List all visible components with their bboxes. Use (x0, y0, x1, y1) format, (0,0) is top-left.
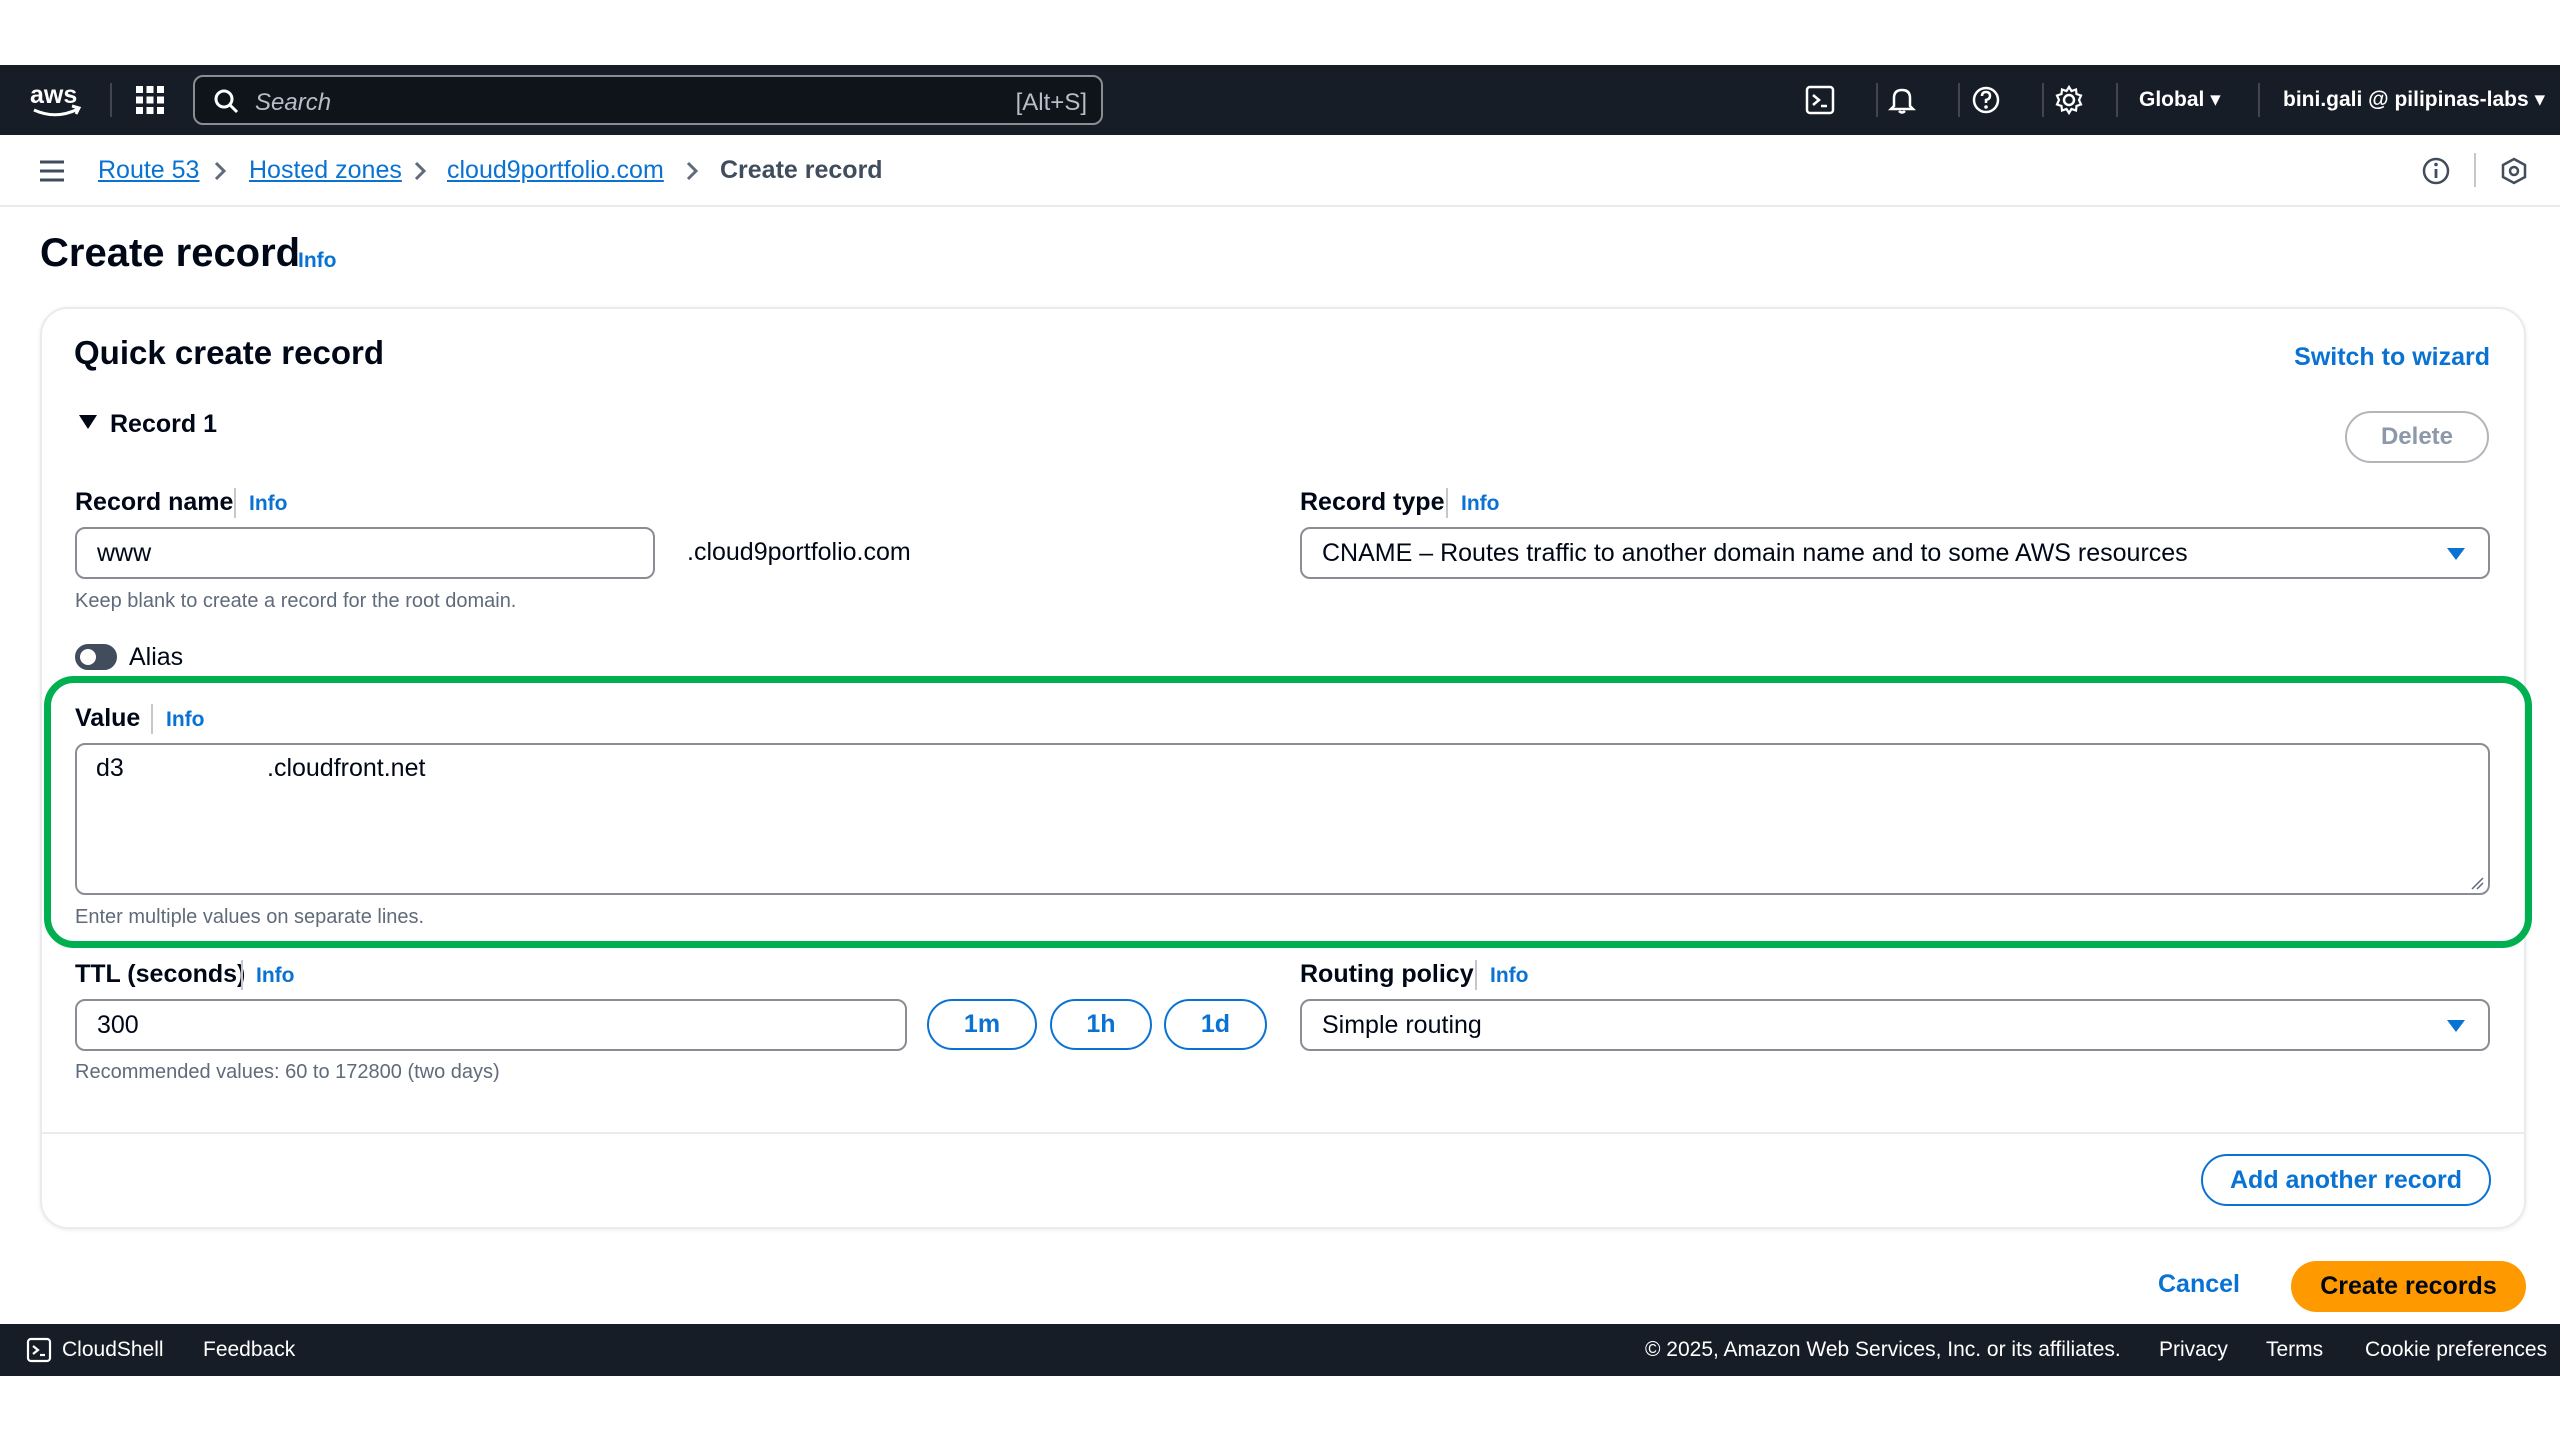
routing-policy-info-link[interactable]: Info (1490, 964, 1528, 988)
record-name-hint: Keep blank to create a record for the ro… (75, 590, 517, 612)
ttl-input[interactable]: 300 (75, 999, 907, 1051)
record-type-select[interactable]: CNAME – Routes traffic to another domain… (1300, 527, 2490, 579)
value-info-link[interactable]: Info (166, 708, 204, 732)
alias-label: Alias (129, 643, 184, 671)
top-navigation: aws Search [Alt+S] Global ▾ bini.gali @ … (0, 65, 2560, 135)
info-panel-icon[interactable] (2420, 155, 2452, 187)
value-textarea[interactable] (75, 743, 2490, 895)
privacy-link[interactable]: Privacy (2159, 1338, 2228, 1362)
cloudshell-link[interactable]: CloudShell (62, 1338, 164, 1362)
terms-link[interactable]: Terms (2266, 1338, 2323, 1362)
gear-icon[interactable] (2053, 84, 2085, 116)
record-type-value: CNAME – Routes traffic to another domain… (1322, 539, 2188, 567)
nav-divider (110, 83, 112, 117)
breadcrumb-bar: Route 53 Hosted zones cloud9portfolio.co… (0, 135, 2560, 207)
value-text-prefix: d3 (96, 754, 124, 782)
domain-suffix: .cloud9portfolio.com (687, 538, 911, 566)
ttl-hint: Recommended values: 60 to 172800 (two da… (75, 1061, 500, 1083)
bar-divider (2474, 153, 2476, 187)
value-label: Value (75, 704, 141, 732)
aws-logo-icon[interactable]: aws (28, 79, 84, 121)
caret-down-icon[interactable] (78, 413, 98, 431)
routing-policy-select[interactable]: Simple routing (1300, 999, 2490, 1051)
svg-text:aws: aws (30, 81, 77, 109)
title-info-link[interactable]: Info (298, 249, 336, 273)
cookie-preferences-link[interactable]: Cookie preferences (2365, 1338, 2547, 1362)
breadcrumb-zone[interactable]: cloud9portfolio.com (447, 156, 664, 185)
container-title: Quick create record (74, 334, 384, 371)
copyright-text: © 2025, Amazon Web Services, Inc. or its… (1645, 1338, 2121, 1361)
nav-divider (2258, 83, 2260, 117)
record-type-label: Record type (1300, 488, 1445, 516)
routing-policy-value: Simple routing (1322, 1011, 1482, 1039)
cancel-button[interactable]: Cancel (2158, 1270, 2240, 1299)
value-text-suffix: .cloudfront.net (267, 754, 426, 782)
label-divider (1475, 960, 1477, 990)
label-divider (151, 704, 153, 734)
container-divider (42, 1132, 2524, 1134)
search-icon (214, 89, 239, 114)
switch-to-wizard-link[interactable]: Switch to wizard (2294, 343, 2490, 372)
account-menu[interactable]: bini.gali @ pilipinas-labs ▾ (2283, 87, 2545, 112)
ttl-label: TTL (seconds) (75, 960, 246, 988)
chevron-right-icon (414, 161, 427, 181)
breadcrumb-hosted-zones[interactable]: Hosted zones (249, 156, 402, 185)
page-title: Create record (40, 231, 301, 275)
ttl-1h-button[interactable]: 1h (1050, 999, 1152, 1050)
help-icon[interactable] (1970, 84, 2002, 116)
chevron-right-icon (214, 161, 227, 181)
alias-toggle[interactable] (75, 644, 117, 670)
add-another-record-button[interactable]: Add another record (2201, 1154, 2491, 1206)
ttl-1d-button[interactable]: 1d (1164, 999, 1267, 1050)
ttl-1m-button[interactable]: 1m (927, 999, 1037, 1050)
record-name-info-link[interactable]: Info (249, 492, 287, 516)
feedback-link[interactable]: Feedback (203, 1338, 295, 1362)
ttl-info-link[interactable]: Info (256, 964, 294, 988)
console-footer: CloudShell Feedback © 2025, Amazon Web S… (0, 1324, 2560, 1376)
routing-policy-label: Routing policy (1300, 960, 1474, 988)
nav-divider (2042, 83, 2044, 117)
search-input[interactable]: Search [Alt+S] (193, 75, 1103, 125)
label-divider (1446, 488, 1448, 518)
menu-icon[interactable] (38, 159, 66, 183)
record-section-toggle[interactable]: Record 1 (110, 410, 217, 439)
record-name-label: Record name (75, 488, 234, 516)
label-divider (241, 960, 243, 990)
apps-grid-icon[interactable] (134, 84, 166, 116)
chevron-right-icon (686, 161, 699, 181)
region-selector[interactable]: Global ▾ (2139, 87, 2221, 112)
value-hint: Enter multiple values on separate lines. (75, 906, 425, 928)
security-shield-icon[interactable] (2498, 155, 2530, 187)
record-name-input[interactable]: www (75, 527, 655, 579)
nav-divider (2116, 83, 2118, 117)
delete-button[interactable]: Delete (2345, 411, 2489, 463)
search-shortcut: [Alt+S] (1015, 89, 1087, 116)
breadcrumb-route53[interactable]: Route 53 (98, 156, 199, 185)
create-records-button[interactable]: Create records (2291, 1261, 2526, 1312)
resize-handle-icon[interactable] (2470, 876, 2484, 890)
toggle-knob (80, 649, 96, 665)
nav-divider (1876, 83, 1878, 117)
caret-down-icon (2447, 1020, 2465, 1032)
cloudshell-icon[interactable] (1804, 84, 1836, 116)
breadcrumb-current: Create record (720, 156, 883, 184)
record-type-info-link[interactable]: Info (1461, 492, 1499, 516)
nav-divider (1958, 83, 1960, 117)
caret-down-icon (2447, 548, 2465, 560)
search-placeholder: Search (255, 89, 332, 116)
cloudshell-icon[interactable] (26, 1337, 52, 1363)
bell-icon[interactable] (1886, 84, 1918, 116)
label-divider (234, 488, 236, 518)
